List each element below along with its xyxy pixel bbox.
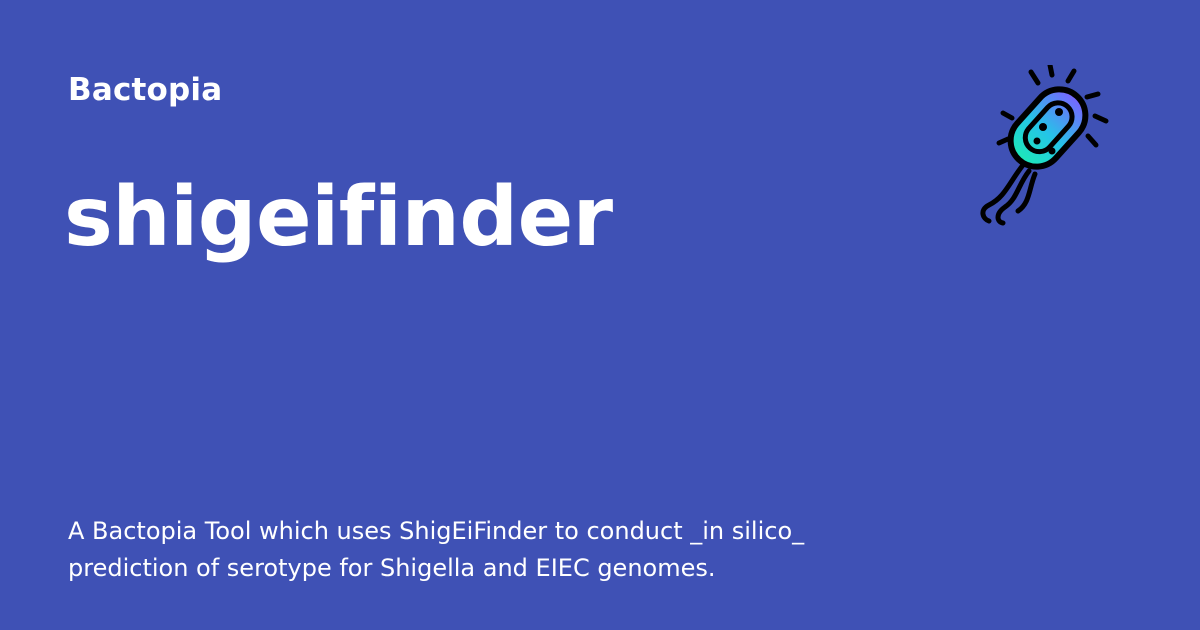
bacterium-icon (980, 65, 1109, 226)
social-preview-card: Bactopia shigeifinder A Bactopia Tool wh… (0, 0, 1200, 630)
page-description: A Bactopia Tool which uses ShigEiFinder … (68, 517, 805, 582)
page-title: shigeifinder (64, 170, 613, 265)
site-name: Bactopia (68, 72, 223, 108)
